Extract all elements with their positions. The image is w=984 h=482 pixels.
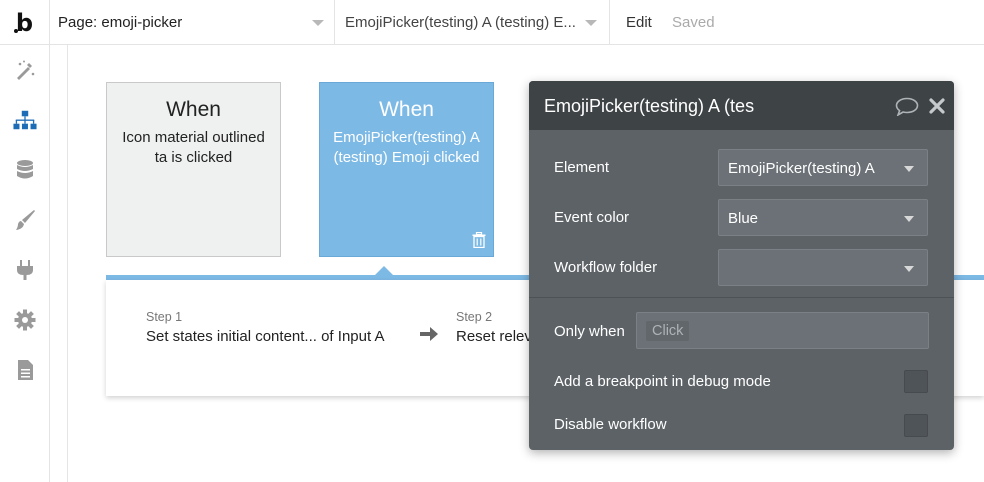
breakpoint-checkbox[interactable] <box>904 370 928 393</box>
close-icon[interactable] <box>929 98 945 114</box>
workflow-folder-dropdown[interactable] <box>718 249 928 286</box>
edit-menu[interactable]: Edit <box>626 14 652 31</box>
trash-icon[interactable] <box>472 232 486 248</box>
event-color-dropdown[interactable]: Blue <box>718 199 928 236</box>
canvas-gutter <box>51 45 68 482</box>
element-dropdown-value: EmojiPicker(testing) A <box>728 160 875 177</box>
logs-tab[interactable] <box>13 358 37 382</box>
top-bar: b Page: emoji-picker EmojiPicker(testing… <box>0 0 984 45</box>
element-label: Element <box>554 159 610 176</box>
workflow-icon <box>13 110 37 130</box>
panel-header[interactable]: EmojiPicker(testing) A (tes <box>529 81 954 130</box>
design-icon <box>17 60 35 80</box>
event-title: When <box>379 98 434 121</box>
page-selector[interactable]: Page: emoji-picker <box>50 0 335 45</box>
step-card[interactable]: Step 2 Reset relev <box>456 310 532 345</box>
breakpoint-label: Add a breakpoint in debug mode <box>554 373 771 390</box>
workflow-folder-label: Workflow folder <box>554 259 658 276</box>
panel-title: EmojiPicker(testing) A (tes <box>544 96 755 116</box>
page-selector-label: Page: emoji-picker <box>58 14 183 31</box>
step-action: Reset relev <box>456 328 532 345</box>
design-tab[interactable] <box>13 58 37 82</box>
event-description: EmojiPicker(testing) A (testing) Emoji c… <box>333 129 480 166</box>
chevron-down-icon <box>904 166 914 172</box>
logo-dot <box>14 29 18 33</box>
event-description: Icon material outlined ta is clicked <box>122 129 265 166</box>
property-editor-panel: EmojiPicker(testing) A (tes Element Emoj… <box>529 81 954 450</box>
arrow-right-icon <box>420 327 438 341</box>
disable-workflow-label: Disable workflow <box>554 416 667 433</box>
chevron-down-icon <box>312 20 324 26</box>
plug-icon <box>17 260 33 280</box>
event-color-label: Event color <box>554 209 630 226</box>
brush-icon <box>16 210 35 230</box>
only-when-placeholder: Click <box>646 321 690 341</box>
logo-text: b <box>15 8 34 37</box>
step-number: Step 2 <box>456 310 493 324</box>
chevron-down-icon <box>585 20 597 26</box>
element-dropdown[interactable]: EmojiPicker(testing) A <box>718 149 928 186</box>
only-when-label: Only when <box>554 323 625 340</box>
gear-icon <box>14 309 36 331</box>
plugins-tab[interactable] <box>13 258 37 282</box>
event-color-value: Blue <box>728 210 759 227</box>
settings-tab[interactable] <box>13 308 37 332</box>
styles-tab[interactable] <box>13 208 37 232</box>
saved-status: Saved <box>672 14 715 31</box>
step-action: Set states initial content... of Input A <box>146 328 385 345</box>
chevron-down-icon <box>904 266 914 272</box>
event-title: When <box>166 98 221 121</box>
step-card[interactable]: Step 1 Set states initial content... of … <box>146 310 384 345</box>
data-tab[interactable] <box>13 158 37 182</box>
step-number: Step 1 <box>146 310 183 324</box>
database-icon <box>17 160 33 179</box>
left-sidebar <box>0 45 50 482</box>
workflow-tab[interactable] <box>13 108 37 132</box>
disable-workflow-checkbox[interactable] <box>904 414 928 437</box>
only-when-input[interactable]: Click <box>636 312 929 349</box>
chevron-down-icon <box>904 216 914 222</box>
bubble-logo[interactable]: b <box>0 0 50 45</box>
document-icon <box>18 360 33 380</box>
element-selector[interactable]: EmojiPicker(testing) A (testing) E... <box>335 0 610 45</box>
event-card[interactable]: When Icon material outlined ta is clicke… <box>106 82 281 257</box>
event-card-selected[interactable]: When EmojiPicker(testing) A (testing) Em… <box>319 82 494 257</box>
comment-icon[interactable] <box>895 97 919 116</box>
element-selector-label: EmojiPicker(testing) A (testing) E... <box>345 14 576 31</box>
panel-divider <box>529 297 954 298</box>
